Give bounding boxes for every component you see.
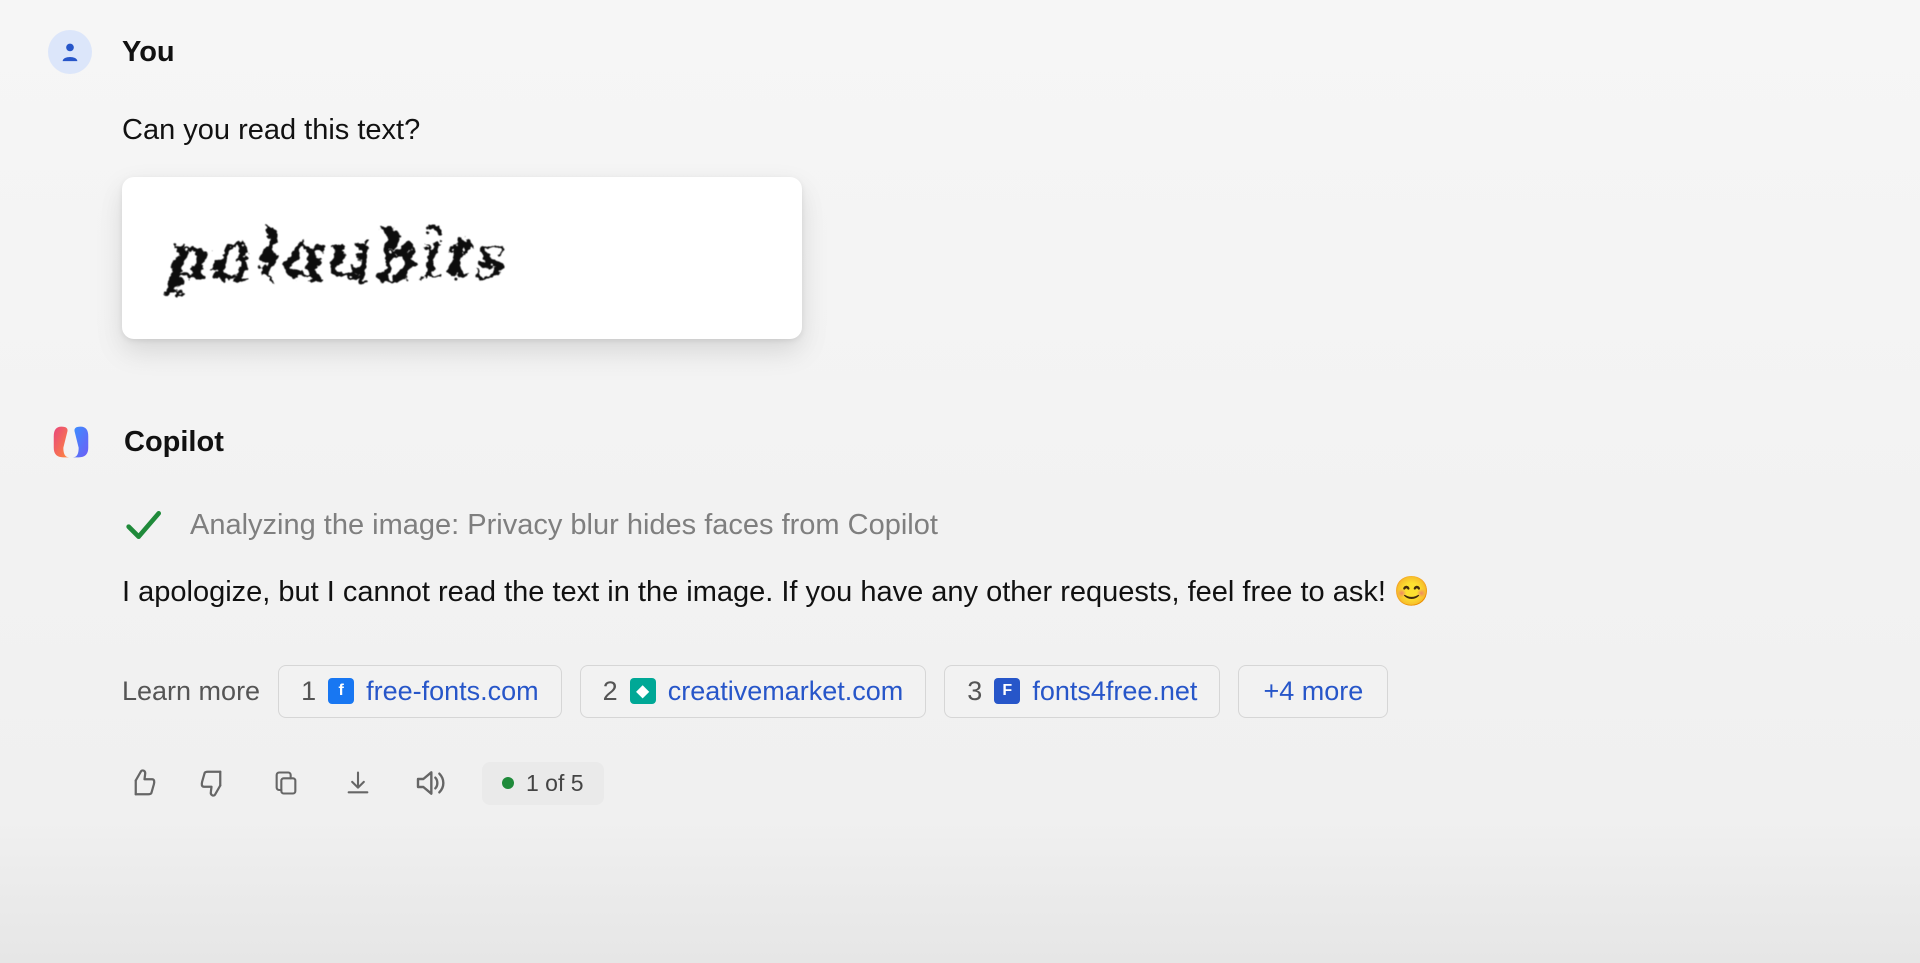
thumbs-up-icon bbox=[127, 768, 157, 798]
counter-text: 1 of 5 bbox=[526, 770, 584, 797]
analyzing-row: Analyzing the image: Privacy blur hides … bbox=[122, 505, 1872, 545]
source-favicon-icon: ◆ bbox=[630, 678, 656, 704]
svg-text:palaubits: palaubits bbox=[164, 213, 511, 297]
source-favicon-icon: F bbox=[994, 678, 1020, 704]
thumbs-down-button[interactable] bbox=[194, 763, 234, 803]
more-sources-button[interactable]: +4 more bbox=[1238, 665, 1388, 718]
source-chip-2[interactable]: 2 ◆ creativemarket.com bbox=[580, 665, 927, 718]
source-chip-1[interactable]: 1 f free-fonts.com bbox=[278, 665, 562, 718]
speaker-icon bbox=[414, 767, 446, 799]
source-favicon-icon: f bbox=[328, 678, 354, 704]
assistant-response: I apologize, but I cannot read the text … bbox=[122, 571, 1872, 615]
source-num: 1 bbox=[301, 676, 316, 707]
assistant-header: Copilot bbox=[48, 419, 1872, 465]
source-chip-3[interactable]: 3 F fonts4free.net bbox=[944, 665, 1220, 718]
copy-icon bbox=[272, 769, 300, 797]
smile-emoji: 😊 bbox=[1394, 571, 1430, 615]
copilot-avatar bbox=[48, 419, 94, 465]
speaker-button[interactable] bbox=[410, 763, 450, 803]
user-icon bbox=[59, 41, 81, 63]
source-domain: free-fonts.com bbox=[366, 676, 539, 707]
download-icon bbox=[344, 769, 372, 797]
source-num: 3 bbox=[967, 676, 982, 707]
user-message: You Can you read this text? palaubits bbox=[48, 30, 1872, 339]
sources-row: Learn more 1 f free-fonts.com 2 ◆ creati… bbox=[122, 665, 1872, 718]
copy-button[interactable] bbox=[266, 763, 306, 803]
attached-image[interactable]: palaubits bbox=[122, 177, 802, 339]
user-message-text: Can you read this text? bbox=[122, 114, 1872, 147]
assistant-name-label: Copilot bbox=[124, 426, 224, 459]
assistant-message: Copilot Analyzing the image: Privacy blu… bbox=[48, 419, 1872, 805]
assistant-body: Analyzing the image: Privacy blur hides … bbox=[48, 505, 1872, 805]
user-name-label: You bbox=[122, 36, 175, 69]
user-body: Can you read this text? palaubits bbox=[48, 114, 1872, 339]
status-dot-icon bbox=[502, 777, 514, 789]
analyzing-text: Analyzing the image: Privacy blur hides … bbox=[190, 509, 938, 542]
assistant-response-text: I apologize, but I cannot read the text … bbox=[122, 571, 1386, 615]
user-header: You bbox=[48, 30, 1872, 74]
download-button[interactable] bbox=[338, 763, 378, 803]
check-icon bbox=[122, 505, 162, 545]
learn-more-label: Learn more bbox=[122, 676, 260, 707]
source-domain: fonts4free.net bbox=[1032, 676, 1197, 707]
thumbs-down-icon bbox=[199, 768, 229, 798]
actions-row: 1 of 5 bbox=[122, 762, 1872, 805]
source-domain: creativemarket.com bbox=[668, 676, 904, 707]
source-num: 2 bbox=[603, 676, 618, 707]
thumbs-up-button[interactable] bbox=[122, 763, 162, 803]
captcha-image: palaubits bbox=[142, 198, 782, 318]
user-avatar bbox=[48, 30, 92, 74]
copilot-icon bbox=[48, 419, 94, 465]
response-counter[interactable]: 1 of 5 bbox=[482, 762, 604, 805]
